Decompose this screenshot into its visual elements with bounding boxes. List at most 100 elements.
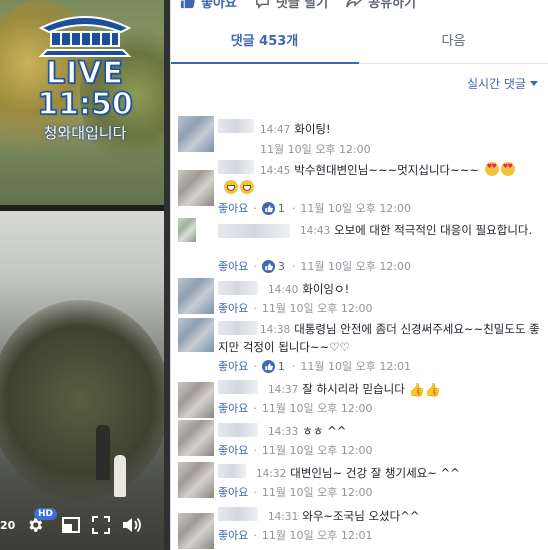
- comment-like-button[interactable]: 좋아요: [218, 442, 248, 458]
- comment-sort-dropdown[interactable]: 실시간 댓글: [467, 75, 538, 92]
- speech-bubble-icon: [256, 0, 269, 9]
- like-reaction-icon: [261, 259, 275, 273]
- thumbs-up-emoji-icon: 👍: [424, 383, 441, 398]
- live-video-player[interactable]: LIVE 11:50 청와대입니다 20 HD: [0, 0, 170, 550]
- comment-text: 14:40 화이잉ㅇ!: [268, 281, 538, 299]
- reaction-count-value: 3: [277, 259, 285, 273]
- comment-date[interactable]: 11월 10일 오후 12:00: [262, 300, 373, 316]
- grin-emoji-icon: [240, 180, 254, 194]
- comment-like-button[interactable]: 좋아요: [218, 258, 248, 274]
- comment-video-timestamp[interactable]: 14:38: [260, 324, 290, 336]
- video-time-readout: 20: [0, 518, 16, 532]
- comment-meta: 좋아요 · 11월 10일 오후 12:00: [218, 400, 373, 416]
- comment-date[interactable]: 11월 10일 오후 12:00: [262, 400, 373, 416]
- comment-text: 14:38 대통령님 안전에 좀더 신경써주세요~~친밀도도 좋지만 걱정이 됩니…: [218, 321, 542, 356]
- comment-like-button[interactable]: 좋아요: [218, 200, 248, 216]
- reaction-count-value: 1: [277, 359, 285, 373]
- reaction-count[interactable]: 1: [261, 359, 285, 373]
- panel-divider: [170, 0, 171, 550]
- theater-mode-button[interactable]: [62, 517, 80, 533]
- comment-video-timestamp[interactable]: 14:31: [268, 511, 298, 523]
- commenter-name[interactable]: [218, 281, 258, 295]
- comment-video-timestamp[interactable]: 14:32: [256, 468, 286, 480]
- comment-like-button[interactable]: 좋아요: [218, 300, 248, 316]
- volume-button[interactable]: [122, 516, 142, 534]
- video-controls: 20 HD: [0, 508, 170, 542]
- comment-date[interactable]: 11월 10일 오후 12:00: [300, 258, 411, 274]
- comment-date[interactable]: 11월 10일 오후 12:00: [262, 442, 373, 458]
- volume-icon: [123, 517, 141, 533]
- thumbs-up-icon: [180, 0, 195, 8]
- logo-subtitle: 청와대입니다: [43, 124, 127, 142]
- comment-text: 14:47 화이팅!: [260, 121, 538, 139]
- comment-video-timestamp[interactable]: 14:47: [260, 124, 290, 136]
- comment-meta: 좋아요 · 11월 10일 오후 12:01: [218, 527, 373, 543]
- reaction-count[interactable]: 3: [261, 259, 285, 273]
- share-button[interactable]: 공유하기: [346, 0, 416, 11]
- comment-meta: 좋아요 · 11월 10일 오후 12:00: [218, 484, 373, 500]
- video-scene-frame-bar: [0, 205, 170, 211]
- fullscreen-button[interactable]: [92, 516, 110, 534]
- comment-body: 잘 하시리라 믿습니다: [302, 382, 405, 396]
- avatar[interactable]: [178, 170, 214, 206]
- comment-meta: 좋아요 · 3 · 11월 10일 오후 12:00: [218, 258, 412, 274]
- comment-body: 화이잉ㅇ!: [302, 282, 350, 296]
- comment-text: 14:45 박수현대변인님~~~멋지십니다~~~: [260, 162, 538, 180]
- broadcast-time: 11:50: [37, 87, 134, 122]
- hd-badge: HD: [34, 508, 58, 520]
- theater-mode-icon: [62, 517, 80, 533]
- avatar[interactable]: [178, 382, 214, 418]
- comment-video-timestamp[interactable]: 14:37: [268, 384, 298, 396]
- commenter-name[interactable]: [218, 119, 254, 133]
- comment-date[interactable]: 11월 10일 오후 12:00: [300, 200, 411, 216]
- tab-next[interactable]: 다음: [359, 22, 548, 63]
- comment-date[interactable]: 11월 10일 오후 12:01: [300, 358, 411, 374]
- comment-date[interactable]: 11월 10일 오후 12:01: [262, 527, 373, 543]
- commenter-name[interactable]: [218, 380, 258, 394]
- heart-eyes-emoji-icon: [500, 162, 515, 176]
- commenter-name[interactable]: [218, 464, 246, 478]
- comment-text-emoji-line: [222, 180, 538, 197]
- sort-label: 실시간 댓글: [466, 77, 526, 91]
- comment-video-timestamp[interactable]: 14:40: [268, 284, 298, 296]
- avatar[interactable]: [178, 278, 214, 314]
- comment-text: 14:31 와우~조국님 오셨다^^: [268, 508, 538, 526]
- comment-text: 14:32 대변인님~ 건강 잘 챙기세요~ ^^: [256, 465, 538, 483]
- settings-button[interactable]: HD: [26, 508, 58, 534]
- avatar[interactable]: [178, 116, 214, 152]
- comment-date[interactable]: 11월 10일 오후 12:00: [260, 141, 371, 157]
- avatar[interactable]: [178, 420, 214, 456]
- like-reaction-icon: [261, 359, 275, 373]
- reaction-count[interactable]: 1: [261, 201, 285, 215]
- commenter-name[interactable]: [218, 423, 258, 437]
- comment-video-timestamp[interactable]: 14:45: [260, 165, 290, 177]
- blue-house-roof-icon: [38, 16, 132, 57]
- fullscreen-icon: [92, 516, 110, 534]
- like-reaction-icon: [261, 201, 275, 215]
- avatar[interactable]: [178, 218, 196, 242]
- comment-button[interactable]: 댓글 달기: [255, 0, 328, 11]
- comment-body: 화이팅!: [294, 122, 331, 136]
- live-label: LIVE: [45, 56, 124, 91]
- comment-meta: 11월 10일 오후 12:00: [260, 141, 371, 157]
- avatar[interactable]: [178, 318, 214, 352]
- comment-like-button[interactable]: 좋아요: [218, 358, 248, 374]
- like-button[interactable]: 좋아요: [180, 0, 237, 11]
- commenter-name[interactable]: [218, 507, 258, 521]
- comment-date[interactable]: 11월 10일 오후 12:00: [262, 484, 373, 500]
- video-scene-person: [96, 425, 110, 480]
- tab-comments[interactable]: 댓글 453개: [170, 22, 359, 64]
- comment-video-timestamp[interactable]: 14:33: [268, 426, 298, 438]
- comment-like-button[interactable]: 좋아요: [218, 400, 248, 416]
- thumbs-up-emoji-icon: 👍: [408, 383, 425, 398]
- comment-like-button[interactable]: 좋아요: [218, 484, 248, 500]
- post-action-bar: 좋아요 댓글 달기 공유하기: [170, 0, 548, 11]
- avatar[interactable]: [178, 462, 214, 498]
- like-button-label: 좋아요: [201, 0, 237, 11]
- commenter-name[interactable]: [218, 160, 254, 174]
- comment-body: 와우~조국님 오셨다^^: [302, 509, 420, 523]
- comment-like-button[interactable]: 좋아요: [218, 527, 248, 543]
- avatar[interactable]: [178, 513, 214, 549]
- share-button-label: 공유하기: [368, 0, 417, 11]
- comment-meta: 좋아요 · 11월 10일 오후 12:00: [218, 442, 373, 458]
